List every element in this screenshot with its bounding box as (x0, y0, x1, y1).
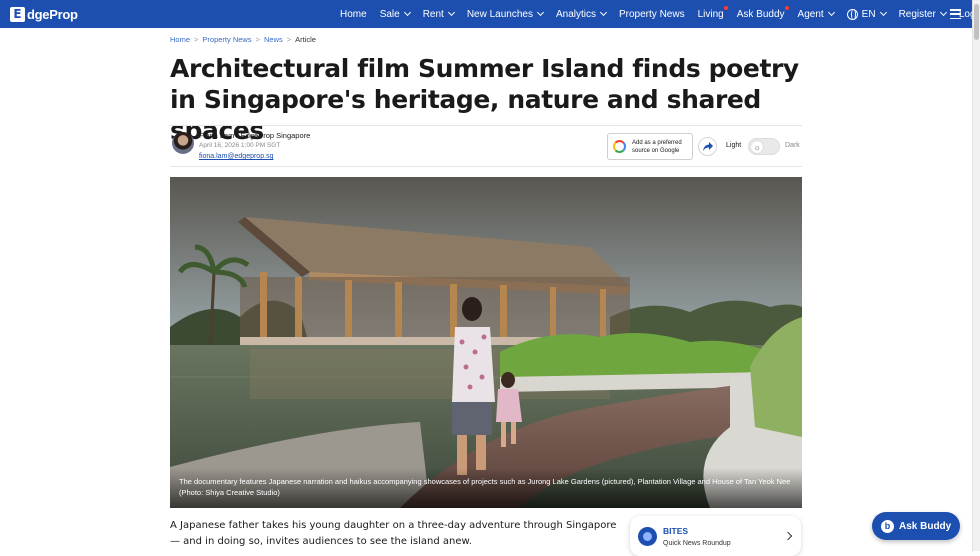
bites-icon (638, 527, 657, 546)
nav-label: Sale (379, 8, 400, 20)
hamburger-icon[interactable] (950, 9, 961, 19)
theme-dark-label: Dark (785, 142, 800, 149)
photo-jurong-lake-gardens (170, 177, 802, 508)
globe-icon (846, 8, 858, 20)
breadcrumb-separator: > (255, 35, 260, 44)
nav-label: Ask Buddy (736, 8, 785, 20)
chevron-down-icon (599, 8, 608, 17)
theme-toggle[interactable]: ☼ (748, 138, 780, 155)
chevron-down-icon (879, 8, 887, 17)
bites-subtitle: Quick News Roundup (663, 540, 731, 547)
language-selector[interactable]: EN (846, 8, 887, 20)
nav-item-agent[interactable]: Agent (797, 8, 835, 20)
author-avatar[interactable] (172, 132, 194, 154)
bites-title: BITES (663, 526, 689, 536)
chevron-down-icon (939, 8, 947, 17)
chevron-down-icon (447, 8, 455, 17)
breadcrumb-property-news[interactable]: Property News (202, 35, 251, 44)
article-hero-image: The documentary features Japanese narrat… (170, 177, 802, 508)
nav-menu: Home Sale Rent New Launches Analytics Pr… (340, 0, 980, 28)
nav-item-ask-buddy[interactable]: Ask Buddy (736, 5, 789, 20)
edgeprop-logo[interactable]: E dgeProp (10, 0, 78, 28)
share-button[interactable] (698, 137, 717, 156)
nav-label: New Launches (466, 8, 533, 20)
register-label: Register (898, 8, 936, 20)
nav-label: Home (340, 8, 367, 20)
google-line-1: Add as a preferred (632, 139, 682, 146)
nav-label: Living (697, 8, 724, 20)
breadcrumb-separator: > (286, 35, 292, 44)
nav-item-new-launches[interactable]: New Launches (466, 8, 545, 20)
publish-date: April 16, 2026 1:00 PM SGT (199, 142, 281, 149)
nav-label: Agent (797, 8, 824, 20)
logo-mark-icon: E (10, 6, 25, 22)
nav-item-property-news[interactable]: Property News (619, 9, 685, 20)
chevron-down-icon (827, 8, 835, 17)
breadcrumb-separator: > (194, 35, 199, 44)
chevron-right-icon (783, 531, 793, 541)
bites-news-card[interactable]: BITES Quick News Roundup (630, 516, 801, 556)
article-body-paragraph: A Japanese father takes his young daught… (170, 520, 617, 547)
chevron-down-icon (403, 8, 411, 17)
theme-light-label: Light (726, 142, 742, 149)
breadcrumb: Home > Property News > News > Article (170, 35, 316, 44)
notification-dot (723, 5, 728, 10)
ask-buddy-label: Ask Buddy (899, 520, 952, 532)
nav-item-rent[interactable]: Rent (422, 8, 455, 20)
image-caption: The documentary features Japanese narrat… (179, 477, 791, 497)
sun-icon: ☼ (751, 141, 763, 153)
share-arrow-icon (702, 142, 713, 151)
nav-label: Rent (422, 8, 444, 20)
author-row: Fiona Lam / EdgeProp Singapore April 16,… (170, 125, 802, 167)
nav-item-analytics[interactable]: Analytics (555, 8, 608, 20)
logo-text: dgeProp (27, 6, 78, 22)
top-navbar: E dgeProp Home Sale Rent New Launches An… (0, 0, 980, 28)
chevron-down-icon (536, 8, 545, 17)
scrollbar-thumb[interactable] (974, 4, 979, 40)
register-link[interactable]: Register (898, 8, 947, 20)
nav-item-sale[interactable]: Sale (379, 8, 411, 20)
ask-buddy-floating-button[interactable]: b Ask Buddy (872, 512, 960, 540)
author-name[interactable]: Fiona Lam / EdgeProp Singapore (199, 131, 310, 140)
nav-item-living[interactable]: Living (697, 5, 728, 20)
notification-dot (784, 5, 789, 10)
page-scrollbar[interactable] (972, 0, 980, 551)
nav-label: Property News (619, 8, 685, 20)
breadcrumb-current: Article (295, 35, 316, 44)
breadcrumb-home[interactable]: Home (170, 35, 190, 44)
author-email-link[interactable]: fiona.lam@edgeprop.sg (199, 153, 273, 160)
breadcrumb-news[interactable]: News (264, 35, 283, 44)
google-button-text: Add as a preferred source on Google (632, 139, 682, 155)
nav-item-home[interactable]: Home (340, 9, 367, 20)
language-label: EN (861, 8, 876, 20)
nav-label: Analytics (555, 8, 596, 20)
google-icon (613, 140, 626, 153)
google-line-2: source on Google (632, 147, 680, 154)
google-preferred-source-button[interactable]: Add as a preferred source on Google (607, 133, 693, 160)
ask-buddy-icon: b (881, 519, 894, 533)
